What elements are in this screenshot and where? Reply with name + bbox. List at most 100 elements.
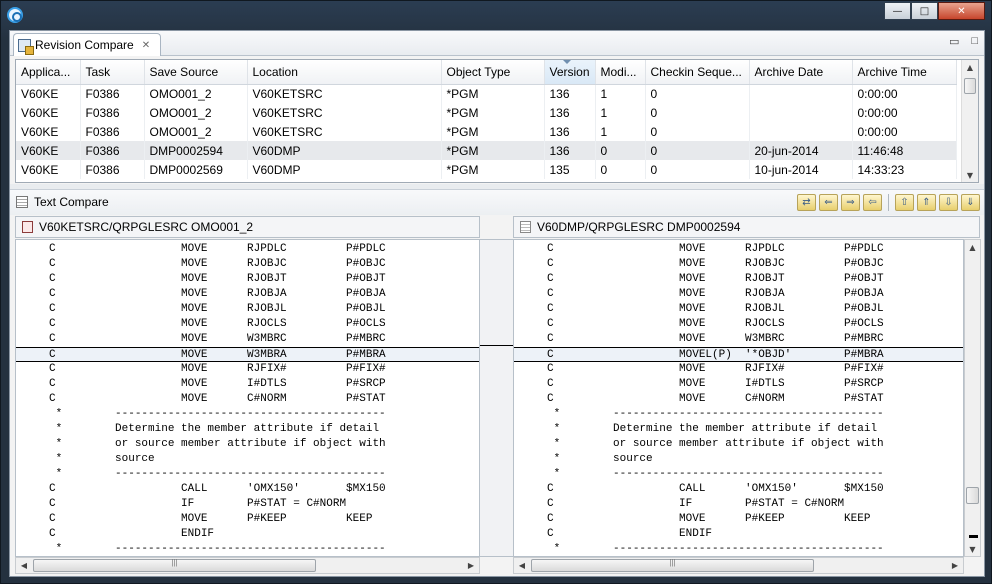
right-source-editor[interactable]: C MOVE RJPDLC P#PDLC C MOVE RJOBJC P#OBJ… xyxy=(513,239,964,557)
table-row[interactable]: V60KE F0386 DMP0002594 V60DMP *PGM 136 0 0 20-ju… xyxy=(16,141,957,160)
app-logo-icon xyxy=(7,7,23,23)
table-cell: 0 xyxy=(645,160,750,179)
next-change-icon[interactable]: ⇩ xyxy=(939,194,958,211)
source-line: * --------------------------------------… xyxy=(16,543,386,555)
source-line: C MOVE C#NORM P#STAT xyxy=(16,393,386,405)
scroll-thumb[interactable] xyxy=(964,78,976,94)
window-controls: — □ ✕ xyxy=(884,2,985,21)
right-pane-header: V60DMP/QRPGLESRC DMP0002594 xyxy=(513,216,980,238)
previous-change-icon[interactable]: ⇓ xyxy=(961,194,980,211)
left-pane-header: V60KETSRC/QRPGLESRC OMO001_2 xyxy=(15,216,480,238)
table-row[interactable]: V60KE F0386 OMO001_2 V60KETSRC *PGM 136 1 0 0:00… xyxy=(16,122,957,141)
tab-revision-compare[interactable]: Revision Compare ✕ xyxy=(13,33,161,56)
table-cell: V60KETSRC xyxy=(247,122,442,141)
source-line: C MOVE RJOBJC P#OBJC xyxy=(514,258,884,270)
table-row[interactable]: V60KE F0386 OMO001_2 V60KETSRC *PGM 136 1 0 0:00… xyxy=(16,84,957,103)
source-line: C MOVE RJOBJC P#OBJC xyxy=(16,258,386,270)
copy-change-left-to-right-icon[interactable]: ⇒ xyxy=(841,194,860,211)
source-line: * source xyxy=(514,453,653,465)
minimize-view-button[interactable]: ▭ xyxy=(949,35,959,48)
table-cell: V60KE xyxy=(16,84,81,103)
source-line: C ENDIF xyxy=(16,528,215,540)
table-cell: V60KETSRC xyxy=(247,103,442,122)
compare-toolbar: ⇄ ⇐ ⇒ ⇦ ⇧ ⇑ ⇩ ⇓ xyxy=(797,194,980,211)
source-line: * Determine the member attribute if deta… xyxy=(514,423,878,435)
source-line: C MOVE RJPDLC P#PDLC xyxy=(514,243,884,255)
minimize-window-button[interactable]: — xyxy=(884,2,911,20)
next-difference-icon[interactable]: ⇧ xyxy=(895,194,914,211)
scroll-thumb[interactable] xyxy=(531,559,814,572)
table-cell: V60DMP xyxy=(247,160,442,179)
source-line: C MOVE RJOCLS P#OCLS xyxy=(16,318,386,330)
table-cell: *PGM xyxy=(441,141,545,160)
difference-overview-marker[interactable] xyxy=(969,535,978,538)
source-vertical-scrollbar[interactable]: ▲ ▼ xyxy=(964,239,981,557)
scroll-down-arrow-icon[interactable]: ▼ xyxy=(962,168,978,182)
view-tab-bar: Revision Compare ✕ ▭ □ xyxy=(10,31,984,56)
table-cell: 0:00:00 xyxy=(852,84,957,103)
view-controls: ▭ □ xyxy=(949,35,978,48)
source-line: * or source member attribute if object w… xyxy=(16,438,386,450)
left-horizontal-scrollbar[interactable]: ◀ ▶ xyxy=(15,557,480,574)
column-header[interactable]: Archive Time xyxy=(852,60,957,85)
source-line: * --------------------------------------… xyxy=(514,543,884,555)
table-cell xyxy=(749,103,853,122)
scroll-right-arrow-icon[interactable]: ▶ xyxy=(947,558,963,573)
copy-change-right-to-left-icon[interactable]: ⇦ xyxy=(863,194,882,211)
close-window-button[interactable]: ✕ xyxy=(938,2,985,20)
source-line: C MOVE RJPDLC P#PDLC xyxy=(16,243,386,255)
maximize-window-button[interactable]: □ xyxy=(911,2,938,20)
title-bar[interactable]: — □ ✕ xyxy=(1,1,991,29)
table-row[interactable]: V60KE F0386 OMO001_2 V60KETSRC *PGM 136 1 0 0:00… xyxy=(16,103,957,122)
diff-connector-line xyxy=(480,345,513,346)
scroll-thumb[interactable] xyxy=(33,559,316,572)
table-cell: 136 xyxy=(544,84,596,103)
source-line: * source xyxy=(16,453,155,465)
source-line: C MOVE P#KEEP KEEP xyxy=(16,513,373,525)
table-cell: 1 xyxy=(595,84,646,103)
scroll-thumb[interactable] xyxy=(966,487,979,504)
column-header[interactable]: Archive Date xyxy=(749,60,853,85)
left-source-editor[interactable]: C MOVE RJPDLC P#PDLC C MOVE RJOBJC P#OBJ… xyxy=(15,239,480,557)
column-header[interactable]: Location xyxy=(247,60,442,85)
close-tab-icon[interactable]: ✕ xyxy=(142,40,150,51)
column-header[interactable]: Applica... xyxy=(16,60,81,85)
table-vertical-scrollbar[interactable]: ▲ ▼ xyxy=(961,60,978,182)
maximize-view-button[interactable]: □ xyxy=(971,35,978,48)
table-cell: OMO001_2 xyxy=(144,84,248,103)
table-cell: 0 xyxy=(645,141,750,160)
column-header[interactable]: Save Source xyxy=(144,60,248,85)
scroll-down-arrow-icon[interactable]: ▼ xyxy=(965,542,980,556)
column-header[interactable]: Version xyxy=(544,60,596,85)
column-header[interactable]: Task xyxy=(80,60,145,85)
source-line: * --------------------------------------… xyxy=(16,408,386,420)
column-header[interactable]: Object Type xyxy=(441,60,545,85)
table-cell: 20-jun-2014 xyxy=(749,141,853,160)
table-cell xyxy=(749,84,853,103)
table-cell: *PGM xyxy=(441,160,545,179)
scroll-up-arrow-icon[interactable]: ▲ xyxy=(962,60,978,74)
compare-icon xyxy=(18,38,34,55)
column-header[interactable]: Modi... xyxy=(595,60,646,85)
scroll-left-arrow-icon[interactable]: ◀ xyxy=(514,558,530,573)
copy-all-right-to-left-icon[interactable]: ⇐ xyxy=(819,194,838,211)
source-line: C MOVE RJFIX# P#FIX# xyxy=(514,363,884,375)
source-line: C MOVE RJOCLS P#OCLS xyxy=(514,318,884,330)
scroll-left-arrow-icon[interactable]: ◀ xyxy=(16,558,32,573)
source-line: C MOVE C#NORM P#STAT xyxy=(514,393,884,405)
table-row[interactable]: V60KE F0386 DMP0002569 V60DMP *PGM 135 0 0 10-ju… xyxy=(16,160,957,179)
source-line: C MOVE P#KEEP KEEP xyxy=(514,513,871,525)
scroll-up-arrow-icon[interactable]: ▲ xyxy=(965,240,980,254)
source-line: C MOVE RJOBJA P#OBJA xyxy=(16,288,386,300)
diff-connector-gutter xyxy=(480,239,513,557)
table-cell: 0:00:00 xyxy=(852,103,957,122)
column-header[interactable]: Checkin Seque... xyxy=(645,60,750,85)
source-line: C CALL 'OMX150' $MX150 xyxy=(16,483,386,495)
table-cell: V60KETSRC xyxy=(247,84,442,103)
table-cell: DMP0002569 xyxy=(144,160,248,179)
right-horizontal-scrollbar[interactable]: ◀ ▶ xyxy=(513,557,964,574)
copy-all-left-to-right-icon[interactable]: ⇄ xyxy=(797,194,816,211)
table-cell: *PGM xyxy=(441,103,545,122)
previous-difference-icon[interactable]: ⇑ xyxy=(917,194,936,211)
scroll-right-arrow-icon[interactable]: ▶ xyxy=(463,558,479,573)
